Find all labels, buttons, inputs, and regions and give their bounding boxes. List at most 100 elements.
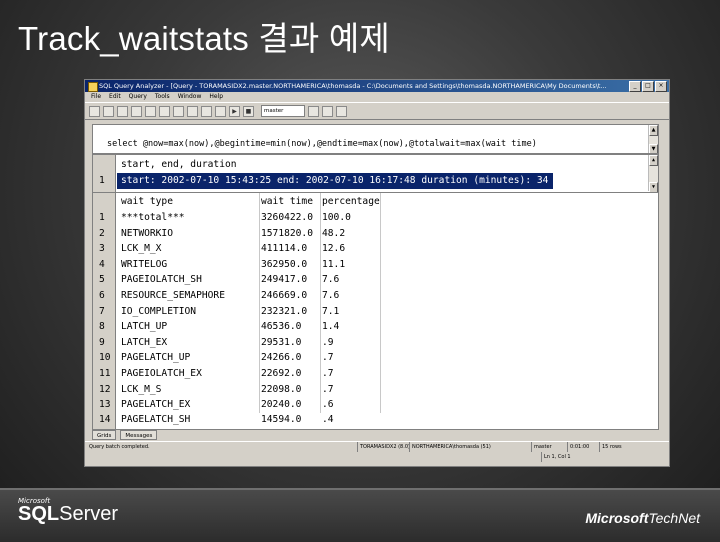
tab-grids[interactable]: Grids [92,430,117,440]
table-row[interactable]: 1 ***total*** 3260422.0 100.0 [93,210,393,226]
wait-type-cell[interactable]: LATCH_EX [121,335,167,351]
table-row[interactable]: 12 LCK_M_S 22098.0 .7 [93,382,393,398]
table-row[interactable]: 8 LATCH_UP 46536.0 1.4 [93,319,393,335]
paste-icon[interactable] [159,105,170,117]
table-row[interactable]: 11 PAGEIOLATCH_EX 22692.0 .7 [93,366,393,382]
wait-time-cell[interactable]: 3260422.0 [261,210,313,226]
percentage-cell[interactable]: 7.1 [322,304,339,320]
close-icon[interactable]: × [655,81,667,92]
percentage-cell[interactable]: .7 [322,382,334,398]
table-row[interactable]: 13 PAGELATCH_EX 20240.0 .6 [93,397,393,413]
wait-time-cell[interactable]: 22692.0 [261,366,301,382]
table-row[interactable]: 1 start: 2002-07-10 15:43:25 end: 2002-0… [93,173,658,189]
percentage-cell[interactable]: 1.4 [322,319,339,335]
row-number: 1 [99,175,105,186]
query-editor[interactable]: select @now=max(now),@begintime=min(now)… [92,124,659,154]
status-server: TORAMASIDX2 (8.0) [357,442,410,452]
editor-scrollbar[interactable]: ▲ ▼ [648,125,658,153]
percentage-cell[interactable]: 48.2 [322,226,345,242]
wait-type-cell[interactable]: LATCH_UP [121,319,167,335]
menu-help[interactable]: Help [209,92,223,102]
wait-time-cell[interactable]: 249417.0 [261,272,307,288]
menu-edit[interactable]: Edit [109,92,121,102]
table-row[interactable]: 9 LATCH_EX 29531.0 .9 [93,335,393,351]
check-icon[interactable] [215,105,226,117]
save-icon[interactable] [117,105,128,117]
stop-icon[interactable]: ■ [243,105,254,117]
table-row[interactable]: 10 PAGELATCH_UP 24266.0 .7 [93,350,393,366]
percentage-cell[interactable]: .4 [322,412,334,428]
table-cell[interactable]: start: 2002-07-10 15:43:25 end: 2002-07-… [121,173,548,189]
wait-type-cell[interactable]: RESOURCE_SEMAPHORE [121,288,225,304]
wait-time-cell[interactable]: 22098.0 [261,382,301,398]
percentage-cell[interactable]: .6 [322,397,334,413]
percentage-cell[interactable]: 7.6 [322,272,339,288]
object-browser-icon[interactable] [308,105,319,117]
menu-query[interactable]: Query [129,92,147,102]
wait-type-cell[interactable]: NETWORKIO [121,226,173,242]
wait-type-cell[interactable]: PAGEIOLATCH_SH [121,272,202,288]
wait-type-cell[interactable]: LCK_M_S [121,382,161,398]
wait-time-cell[interactable]: 14594.0 [261,412,301,428]
column-header[interactable]: start, end, duration [121,157,237,173]
wait-type-cell[interactable]: IO_COMPLETION [121,304,196,320]
minimize-icon[interactable]: _ [629,81,641,92]
table-row[interactable]: 6 RESOURCE_SEMAPHORE 246669.0 7.6 [93,288,393,304]
result1-scrollbar[interactable]: ▲ ▼ [648,155,658,193]
table-row[interactable]: 3 LCK_M_X 411114.0 12.6 [93,241,393,257]
column-header-wait-type[interactable]: wait type [121,194,173,210]
new-query-icon[interactable] [89,105,100,117]
percentage-cell[interactable]: 100.0 [322,210,351,226]
open-file-icon[interactable] [103,105,114,117]
wait-time-cell[interactable]: 29531.0 [261,335,301,351]
wait-type-cell[interactable]: PAGELATCH_EX [121,397,190,413]
wait-type-cell[interactable]: PAGELATCH_UP [121,350,190,366]
percentage-cell[interactable]: .9 [322,335,334,351]
wait-type-cell[interactable]: PAGEIOLATCH_EX [121,366,202,382]
execute-mode-icon[interactable] [201,105,212,117]
object-search-icon[interactable] [322,105,333,117]
percentage-cell[interactable]: 11.1 [322,257,345,273]
table-row[interactable]: 4 WRITELOG 362950.0 11.1 [93,257,393,273]
table-row[interactable]: 5 PAGEIOLATCH_SH 249417.0 7.6 [93,272,393,288]
table-row[interactable]: 7 IO_COMPLETION 232321.0 7.1 [93,304,393,320]
wait-type-cell[interactable]: LCK_M_X [121,241,161,257]
wait-type-cell[interactable]: PAGELATCH_SH [121,412,190,428]
wait-time-cell[interactable]: 46536.0 [261,319,301,335]
wait-time-cell[interactable]: 362950.0 [261,257,307,273]
menu-file[interactable]: File [91,92,101,102]
query-text[interactable]: select @now=max(now),@begintime=min(now)… [107,139,537,149]
wait-type-cell[interactable]: ***total*** [121,210,185,226]
menu-window[interactable]: Window [178,92,202,102]
percentage-cell[interactable]: 7.6 [322,288,339,304]
wait-time-cell[interactable]: 24266.0 [261,350,301,366]
wait-time-cell[interactable]: 1571820.0 [261,226,313,242]
copy-icon[interactable] [145,105,156,117]
wait-time-cell[interactable]: 246669.0 [261,288,307,304]
scroll-down-icon[interactable]: ▼ [649,144,658,153]
properties-icon[interactable] [336,105,347,117]
undo-icon[interactable] [187,105,198,117]
percentage-cell[interactable]: 12.6 [322,241,345,257]
wait-time-cell[interactable]: 411114.0 [261,241,307,257]
column-header-percentage[interactable]: percentage [322,194,380,210]
percentage-cell[interactable]: .7 [322,366,334,382]
find-icon[interactable] [173,105,184,117]
scroll-up-icon[interactable]: ▲ [649,125,658,136]
wait-time-cell[interactable]: 232321.0 [261,304,307,320]
column-header-wait-time[interactable]: wait time [261,194,313,210]
window-titlebar[interactable]: SQL Query Analyzer - [Query - TORAMASIDX… [85,80,669,92]
cut-icon[interactable] [131,105,142,117]
scroll-up-icon[interactable]: ▲ [649,155,658,166]
wait-time-cell[interactable]: 20240.0 [261,397,301,413]
table-row[interactable]: 2 NETWORKIO 1571820.0 48.2 [93,226,393,242]
maximize-icon[interactable]: □ [642,81,654,92]
percentage-cell[interactable]: .7 [322,350,334,366]
database-select[interactable]: master [261,105,305,117]
tab-messages[interactable]: Messages [120,430,158,440]
table-row[interactable]: 14 PAGELATCH_SH 14594.0 .4 [93,412,393,428]
result-separator [93,192,658,193]
menu-tools[interactable]: Tools [155,92,170,102]
execute-icon[interactable]: ▶ [229,105,240,117]
wait-type-cell[interactable]: WRITELOG [121,257,167,273]
